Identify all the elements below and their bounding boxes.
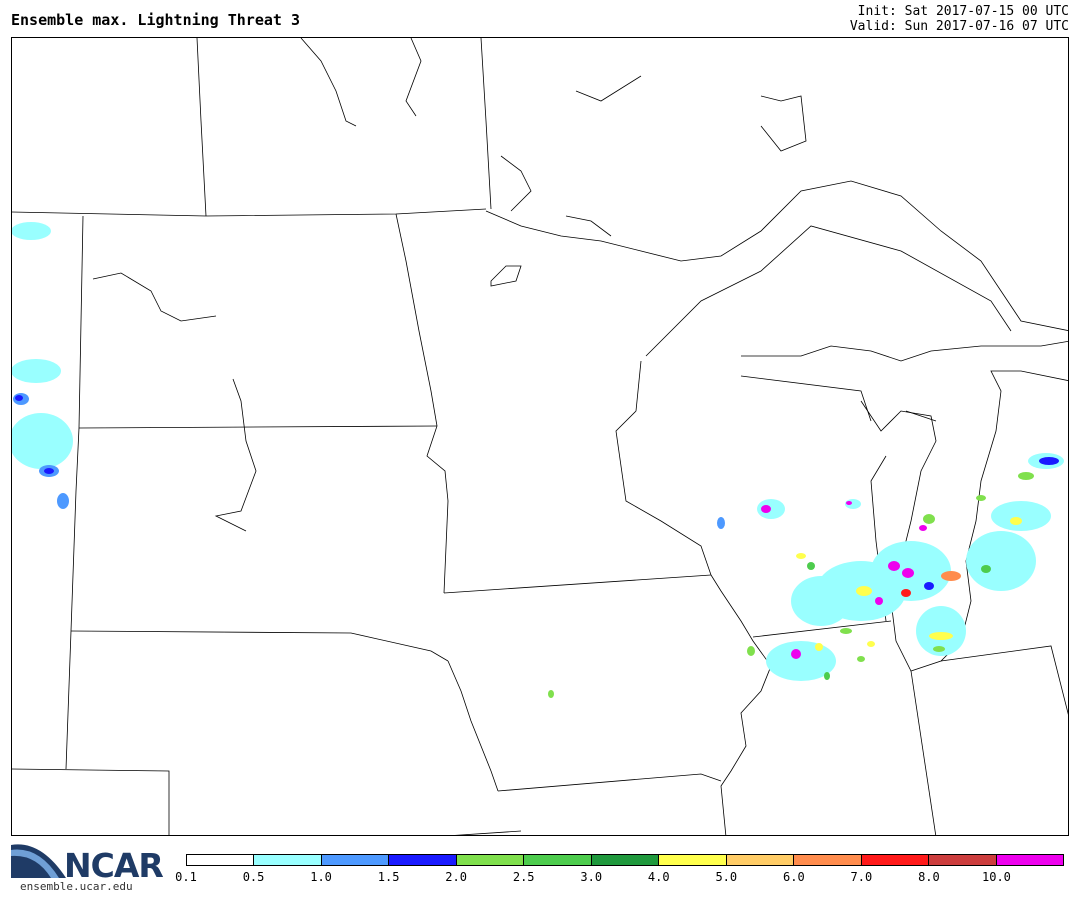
legend-label: 7.0	[850, 870, 873, 884]
legend-label: 1.5	[377, 870, 400, 884]
legend-label: 5.0	[715, 870, 738, 884]
legend-swatch	[321, 855, 390, 865]
map-panel	[11, 37, 1069, 836]
legend-label: 8.0	[918, 870, 940, 884]
legend-swatch	[456, 855, 525, 865]
lightning-threat-contours	[12, 222, 1064, 698]
valid-time: Valid: Sun 2017-07-16 07 UTC	[849, 19, 1069, 34]
legend-labels: 0.1 0.5 1.0 1.5 2.0 2.5 3.0 4.0 5.0 6.0 7.0 8.0 10.0	[175, 870, 1064, 884]
init-time: Init: Sat 2017-07-15 00 UTC	[857, 4, 1069, 19]
color-legend	[186, 854, 1064, 866]
legend-label: 1.0	[310, 870, 332, 884]
legend-swatch	[187, 855, 255, 865]
time-info: Init: Sat 2017-07-15 00 UTC Valid: Sun 2…	[850, 4, 1069, 34]
legend-label: 6.0	[783, 870, 805, 884]
legend-swatch	[524, 855, 592, 865]
state-borders	[12, 38, 1068, 835]
legend-swatch	[591, 855, 660, 865]
legend-swatch	[389, 855, 457, 865]
map-title: Ensemble max. Lightning Threat 3	[11, 11, 300, 29]
legend-swatch	[726, 855, 795, 865]
ncar-swoosh-icon	[11, 844, 66, 878]
legend-swatch	[996, 855, 1064, 865]
legend-label: 10.0	[982, 870, 1011, 884]
legend-swatch	[861, 855, 930, 865]
legend-swatch	[254, 855, 322, 865]
legend-label: 4.0	[647, 870, 670, 884]
legend-swatch	[929, 855, 997, 865]
ncar-url: ensemble.ucar.edu	[20, 880, 133, 893]
legend-label: 3.0	[580, 870, 603, 884]
legend-label: 2.5	[512, 870, 535, 884]
map-canvas	[12, 38, 1068, 835]
legend-swatch	[659, 855, 727, 865]
legend-swatch	[794, 855, 862, 865]
legend-label: 0.1	[175, 870, 197, 884]
legend-label: 0.5	[242, 870, 265, 884]
legend-label: 2.0	[445, 870, 467, 884]
